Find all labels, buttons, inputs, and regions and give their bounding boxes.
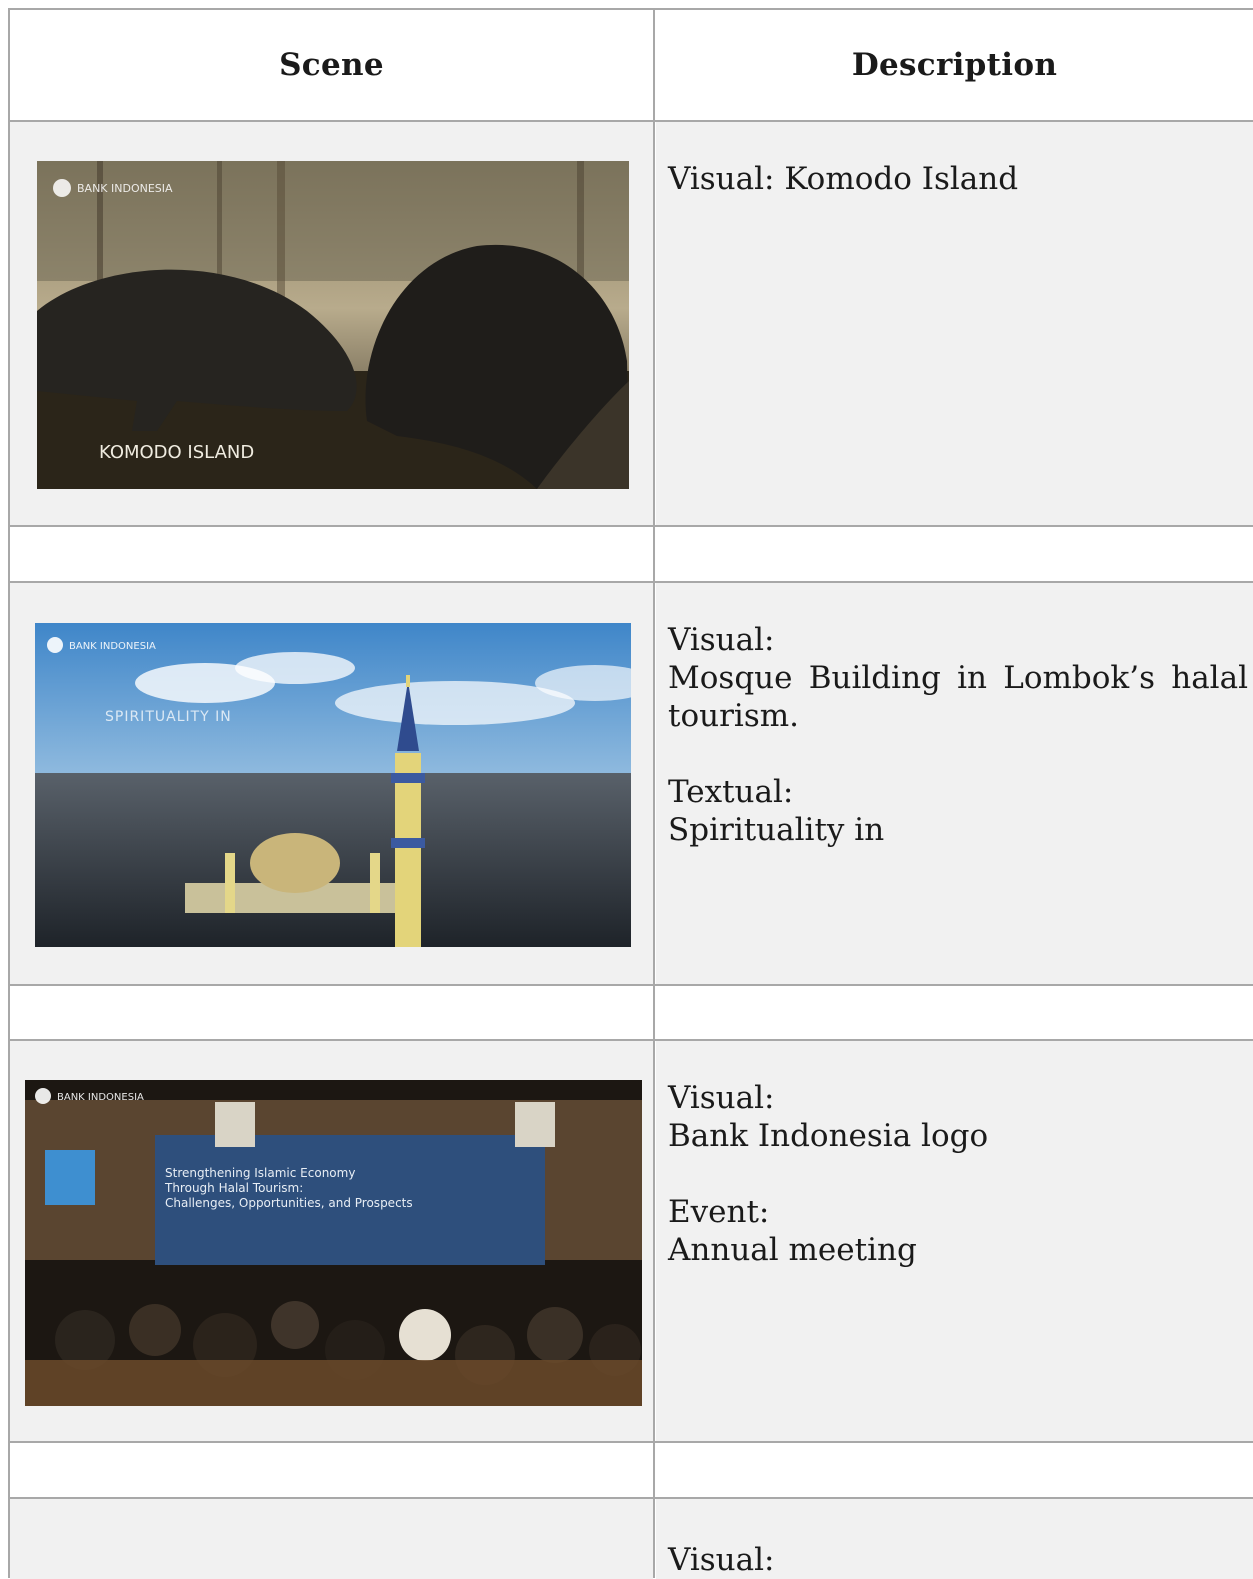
mosque-overlay-text: SPIRITUALITY IN [105,709,232,725]
row4-description: Visual: [668,1541,1248,1579]
row1-description: Visual: Komodo Island [668,160,1248,198]
row2-description: Visual: Mosque Building in Lombok’s hala… [668,621,1248,849]
visual-label: Visual: Komodo Island [668,161,1019,197]
visual-label: Visual: [668,1080,775,1116]
banner-line-3: Challenges, Opportunities, and Prospects [165,1196,413,1210]
textual-text: Spirituality in [668,812,885,848]
scene-description-table: Scene Description BANK INDONESIA KOMODO … [8,8,1253,1579]
banner-line-2: Through Halal Tourism: [164,1181,303,1195]
header-scene: Scene [279,46,384,83]
row-divider [8,984,1253,986]
visual-label: Visual: [668,1542,775,1578]
mosque-lombok-thumbnail: BANK INDONESIA SPIRITUALITY IN [35,623,631,947]
table-border-left [8,8,10,1578]
row-divider [8,1039,1253,1041]
header-description: Description [851,46,1058,83]
visual-text: Mosque Building in Lombok’s halal touris… [668,660,1248,734]
komodo-overlay-text: KOMODO ISLAND [99,442,254,463]
meeting-logo-text: BANK INDONESIA [57,1092,144,1103]
row-divider [8,1497,1253,1499]
event-text: Annual meeting [668,1232,917,1268]
visual-text: Bank Indonesia logo [668,1118,989,1154]
komodo-logo-text: BANK INDONESIA [77,182,173,195]
textual-label: Textual: [668,774,794,810]
row-divider [8,581,1253,583]
annual-meeting-thumbnail: Strengthening Islamic Economy Through Ha… [25,1080,642,1406]
row-divider [8,525,1253,527]
banner-line-1: Strengthening Islamic Economy [165,1166,355,1180]
row3-description: Visual: Bank Indonesia logo Event: Annua… [668,1079,1248,1269]
row-divider [8,1441,1253,1443]
row4-scene-bg [10,1499,653,1579]
visual-label: Visual: [668,622,775,658]
column-divider [653,8,655,1578]
event-label: Event: [668,1194,770,1230]
mosque-logo-text: BANK INDONESIA [69,641,156,652]
komodo-island-thumbnail: BANK INDONESIA KOMODO ISLAND [37,161,629,489]
